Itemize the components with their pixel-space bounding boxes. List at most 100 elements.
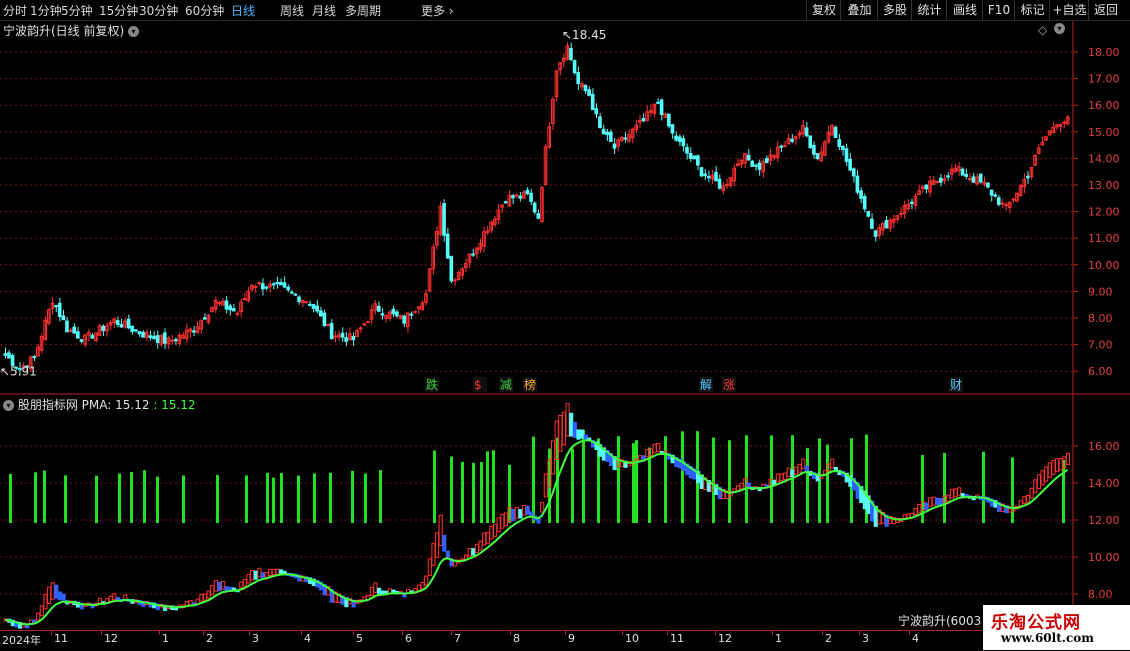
toolbar-button[interactable]: 画线 (946, 0, 983, 20)
y-tick-label: 16.00 (1088, 99, 1120, 112)
period-tab[interactable]: 分时 (3, 2, 27, 19)
price-step (775, 473, 780, 483)
indicator-menu-icon[interactable]: ▾ (3, 400, 14, 411)
period-tab[interactable]: 30分钟 (139, 2, 178, 19)
chart-settings-icon[interactable]: ▾ (1054, 21, 1065, 35)
candle-body (623, 137, 628, 140)
toolbar-button[interactable]: F10 (982, 0, 1015, 20)
signal-bar (182, 475, 185, 523)
price-step (275, 568, 280, 575)
signal-bar (571, 448, 574, 523)
period-tab[interactable]: 月线 (312, 2, 336, 19)
candle-body (231, 308, 236, 312)
candle-body (366, 320, 370, 323)
candle-body (217, 301, 222, 304)
candle-body (598, 116, 602, 129)
candle-body (1000, 202, 1005, 205)
x-tick-label: 6 (405, 632, 412, 645)
y-tick-label: 18.00 (1088, 46, 1120, 59)
toolbar-button[interactable]: 多股 (877, 0, 912, 20)
candle-body (90, 334, 95, 339)
candle-body (848, 158, 852, 171)
candle-body (993, 194, 997, 197)
toolbar-button[interactable]: 标记 (1014, 0, 1050, 20)
indicator-chart[interactable]: 16.00 14.00 12.00 10.00 8.00 (0, 395, 1130, 630)
toolbar-button[interactable]: 叠加 (840, 0, 878, 20)
x-tick-label: 8 (513, 632, 520, 645)
candle-body (656, 101, 660, 104)
y-tick-label: 11.00 (1088, 232, 1120, 245)
x-tick-label: 3 (862, 632, 869, 645)
candle-body (594, 108, 599, 115)
period-tab[interactable]: 15分钟 (99, 2, 138, 19)
candle-body (808, 135, 813, 149)
indicator-title: ▾ 股朋指标网 PMA: 15.12 : 15.12 (3, 396, 196, 413)
price-step (572, 421, 577, 438)
candle-body (137, 331, 142, 335)
x-tick-label: 2 (206, 632, 213, 645)
candle-body (884, 220, 889, 229)
candle-body (518, 195, 522, 199)
event-marker: 解 (700, 378, 712, 392)
candle-body (746, 154, 751, 161)
chevron-down-icon[interactable]: ▾ (128, 26, 140, 37)
x-tick-label: 7 (454, 632, 461, 645)
candle-body (79, 339, 84, 342)
price-step (511, 508, 516, 522)
price-step (123, 594, 128, 600)
signal-bar (266, 472, 269, 523)
candle-body (699, 167, 704, 177)
candle-body (909, 201, 914, 204)
y-tick-label: 9.00 (1088, 285, 1113, 298)
price-step (206, 590, 211, 599)
x-tick-label: 12 (104, 632, 118, 645)
price-step (188, 600, 193, 606)
price-step (938, 498, 944, 505)
period-tab[interactable]: 周线 (280, 2, 304, 19)
candle-body (442, 202, 446, 236)
candle-body (152, 335, 156, 340)
price-step (521, 504, 527, 516)
price-step (264, 571, 269, 578)
price-step (442, 534, 447, 552)
toolbar-button[interactable]: 复权 (806, 0, 841, 20)
candle-body (72, 326, 77, 334)
toolbar-button[interactable]: 统计 (911, 0, 947, 20)
candle-body (851, 168, 856, 177)
period-tab[interactable]: 更多 › (421, 2, 454, 19)
signal-bar (95, 475, 98, 523)
y-tick-label: 16.00 (1088, 440, 1120, 453)
price-step (931, 496, 936, 506)
toolbar-button[interactable]: +自选 (1049, 0, 1089, 20)
price-step (1058, 457, 1063, 471)
candle-body (659, 99, 664, 115)
signal-bar (712, 437, 715, 523)
signal-bar (272, 477, 275, 523)
kline-chart[interactable]: 18.00 17.00 16.00 15.00 14.00 13.00 12.00 11.00… (0, 21, 1130, 395)
price-step (797, 463, 802, 473)
candle-body (264, 286, 269, 289)
signal-bar (943, 452, 946, 523)
x-tick-label: 10 (625, 632, 639, 645)
signal-bar (9, 473, 12, 523)
price-step (242, 578, 247, 587)
signal-bar (806, 448, 809, 523)
period-tab[interactable]: 多周期 (345, 2, 381, 19)
period-tab[interactable]: 1分钟 (30, 2, 62, 19)
period-tab[interactable]: 60分钟 (185, 2, 224, 19)
candle-body (376, 305, 381, 312)
price-step (746, 482, 751, 488)
toolbar-button[interactable]: 返回 (1088, 0, 1123, 20)
diamond-icon[interactable]: ◇ (1038, 23, 1047, 37)
x-tick-label: 2 (825, 632, 832, 645)
price-step (1065, 452, 1070, 466)
signal-bar (728, 440, 731, 523)
candle-body (532, 202, 537, 213)
main-kline-panel: 18.00 17.00 16.00 15.00 14.00 13.00 12.00 11.00… (0, 21, 1130, 395)
price-step (793, 466, 799, 475)
candle-body (279, 281, 283, 286)
period-tab[interactable]: 日线 (231, 2, 255, 19)
candle-body (32, 356, 37, 359)
period-tab[interactable]: 5分钟 (61, 2, 93, 19)
price-step (949, 489, 954, 499)
